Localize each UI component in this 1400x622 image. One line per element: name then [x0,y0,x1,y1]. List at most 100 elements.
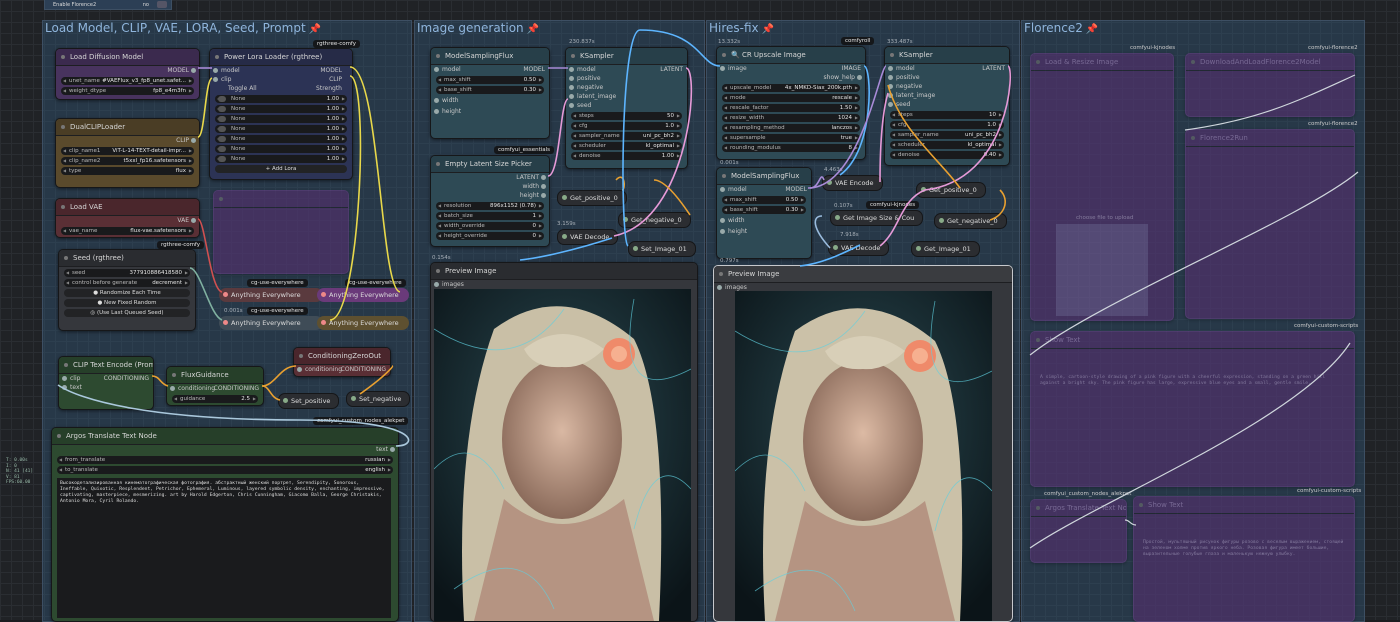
generated-image-preview[interactable] [434,289,691,621]
latent-output[interactable]: LATENT [431,173,549,182]
toggle-switch-icon[interactable] [218,136,226,142]
scheduler-widget[interactable]: schedulerkl_optimal [571,142,682,150]
base-shift-widget[interactable]: base_shift0.30 [722,206,806,214]
lora-row[interactable]: None1.00 [215,95,347,103]
preview-image-node-1[interactable]: Preview Image images [430,262,698,622]
node-title[interactable]: ModelSamplingFlux [717,168,811,185]
enable-florence-node[interactable]: Enable Florence2 no [44,0,172,10]
flux-guidance-node[interactable]: FluxGuidance conditioningCONDITIONING gu… [166,366,264,406]
from-translate-widget[interactable]: from_translaterussian [57,456,393,464]
text-input[interactable]: text [59,383,153,392]
dual-clip-loader-node[interactable]: DualCLIPLoader CLIP clip_name1ViT-L-14-T… [55,118,200,188]
height-output[interactable]: height [431,191,549,200]
argos-translate-node[interactable]: Argos Translate Text Node text from_tran… [51,427,399,622]
get-negative-node-1[interactable]: Get_negative_0 [618,212,691,228]
cr-upscale-image-node[interactable]: 🔍 CR Upscale Image image IMAGE show_help … [716,46,866,160]
negative-input[interactable]: negative [885,82,1009,91]
clip-input[interactable]: clip CLIP [210,75,352,84]
conditioning-input[interactable]: conditioning CONDITIONING [294,365,390,374]
toggle-switch-icon[interactable] [218,146,226,152]
set-negative-node[interactable]: Set_negative [346,391,411,407]
show-help-output[interactable]: show_help [717,73,865,82]
rescale-factor-widget[interactable]: rescale_factor1.50 [722,104,860,112]
node-title[interactable]: Preview Image [714,266,1012,283]
power-lora-loader-node[interactable]: Power Lora Loader (rgthree) model MODEL c… [209,48,353,180]
pin-icon[interactable]: 📌 [309,24,321,35]
model-sampling-flux-node-2[interactable]: ModelSamplingFlux modelMODEL max_shift0.… [716,167,812,259]
sampler-name-widget[interactable]: sampler_nameuni_pc_bh2 [890,131,1004,139]
node-title[interactable]: Load VAE [56,199,199,216]
lora-row[interactable]: None1.00 [215,115,347,123]
node-title[interactable]: 🔍 CR Upscale Image [717,47,865,64]
preview-image-node-2[interactable]: Preview Image images [713,265,1013,622]
anything-everywhere-4[interactable]: Anything Everywhere [317,316,409,330]
anything-everywhere-1[interactable]: Anything Everywhere [219,288,323,302]
model-input[interactable]: model MODEL [210,66,352,75]
vae-output[interactable]: VAE [56,216,199,225]
max-shift-widget[interactable]: max_shift0.50 [722,196,806,204]
width-input[interactable]: width [717,216,811,225]
lora-row[interactable]: None1.00 [215,145,347,153]
height-override-widget[interactable]: height_override0 [436,232,544,240]
argos-translate-node-2[interactable]: Argos Translate Text Node [1030,499,1127,563]
height-input[interactable]: height [431,107,549,116]
mode-widget[interactable]: moderescale [722,94,860,102]
node-title[interactable]: ModelSamplingFlux [431,48,549,65]
node-title[interactable]: Show Text [1031,332,1354,349]
clip-output[interactable]: CLIP [56,136,199,145]
node-title[interactable]: KSampler [566,48,687,65]
denoise-widget[interactable]: denoise0.40 [890,151,1004,159]
load-diffusion-model-node[interactable]: Load Diffusion Model MODEL unet_name#VAE… [55,48,200,100]
node-title[interactable]: DualCLIPLoader [56,119,199,136]
ksampler-node-2[interactable]: KSampler model LATENT positive negative l… [884,46,1010,166]
unet-name-widget[interactable]: unet_name#VAEFlux_v3_fp8_unet.safet... [61,77,194,85]
toggle-switch-icon[interactable] [218,126,226,132]
vae-name-widget[interactable]: vae_nameflux-vae.safetensors [61,227,194,235]
get-image-size-node[interactable]: Get Image Size & Cou [830,210,924,226]
height-input[interactable]: height [717,227,811,236]
node-title[interactable]: CLIP Text Encode (Prompt) [59,357,153,374]
node-title[interactable]: Load Diffusion Model [56,49,199,66]
upscale-model-widget[interactable]: upscale_model4x_NMKD-Siax_200k.pth [722,84,860,92]
negative-input[interactable]: negative [566,83,687,92]
toggle-icon[interactable] [157,1,167,8]
node-title[interactable]: ConditioningZeroOut [294,348,390,365]
get-positive-node-2[interactable]: Get_positive_0 [916,182,986,198]
node-title[interactable]: Show Text [1134,497,1354,514]
positive-input[interactable]: positive [566,74,687,83]
node-title[interactable]: Preview Image [431,263,697,280]
node-title[interactable]: Empty Latent Size Picker [431,156,549,173]
clip-text-encode-node[interactable]: CLIP Text Encode (Prompt) clipCONDITIONI… [58,356,154,410]
resolution-widget[interactable]: resolution896x1152 (0.78) [436,202,544,210]
randomize-button[interactable]: ● Randomize Each Time [64,289,190,297]
control-before-generate-widget[interactable]: control before generatedecrement [64,279,190,287]
seed-node[interactable]: Seed (rgthree) seed377910886418580 contr… [58,249,196,331]
conditioning-zero-out-node[interactable]: ConditioningZeroOut conditioning CONDITIO… [293,347,391,377]
node-title[interactable]: Argos Translate Text Node [1031,500,1126,517]
florence2-model-loader-node[interactable]: DownloadAndLoadFlorence2Model [1185,53,1355,117]
show-text-node-2[interactable]: Show Text Простой, мультяшный рисунок фи… [1133,496,1355,622]
node-title[interactable]: DownloadAndLoadFlorence2Model [1186,54,1354,71]
node-title[interactable]: Power Lora Loader (rgthree) [210,49,352,66]
translated-text[interactable]: Простой, мультяшный рисунок фигуры розов… [1140,537,1350,583]
steps-widget[interactable]: steps10 [890,111,1004,119]
width-override-widget[interactable]: width_override0 [436,222,544,230]
toggle-all-row[interactable]: Toggle All Strength [210,84,352,93]
load-vae-node[interactable]: Load VAE VAE vae_nameflux-vae.safetensor… [55,198,200,238]
batch-size-widget[interactable]: batch_size1 [436,212,544,220]
denoise-widget[interactable]: denoise1.00 [571,152,682,160]
get-image-node[interactable]: Get_Image_01 [911,241,980,257]
node-title[interactable]: Florence2Run [1186,130,1354,147]
model-input[interactable]: model MODEL [717,185,811,194]
caption-text[interactable]: A simple, cartoon-style drawing of a pin… [1037,372,1347,408]
scheduler-widget[interactable]: schedulerkl_optimal [890,141,1004,149]
toggle-switch-icon[interactable] [218,106,226,112]
toggle-switch-icon[interactable] [218,156,226,162]
seed-widget[interactable]: seed377910886418580 [64,269,190,277]
weight-dtype-widget[interactable]: weight_dtypefp8_e4m3fn [61,87,194,95]
prompt-textarea[interactable]: Высокодетализированная кинематографическ… [57,478,391,618]
max-shift-widget[interactable]: max_shift0.50 [436,76,544,84]
lora-row[interactable]: None1.00 [215,105,347,113]
pin-icon[interactable]: 📌 [527,24,539,35]
node-title[interactable]: FluxGuidance [167,367,263,384]
